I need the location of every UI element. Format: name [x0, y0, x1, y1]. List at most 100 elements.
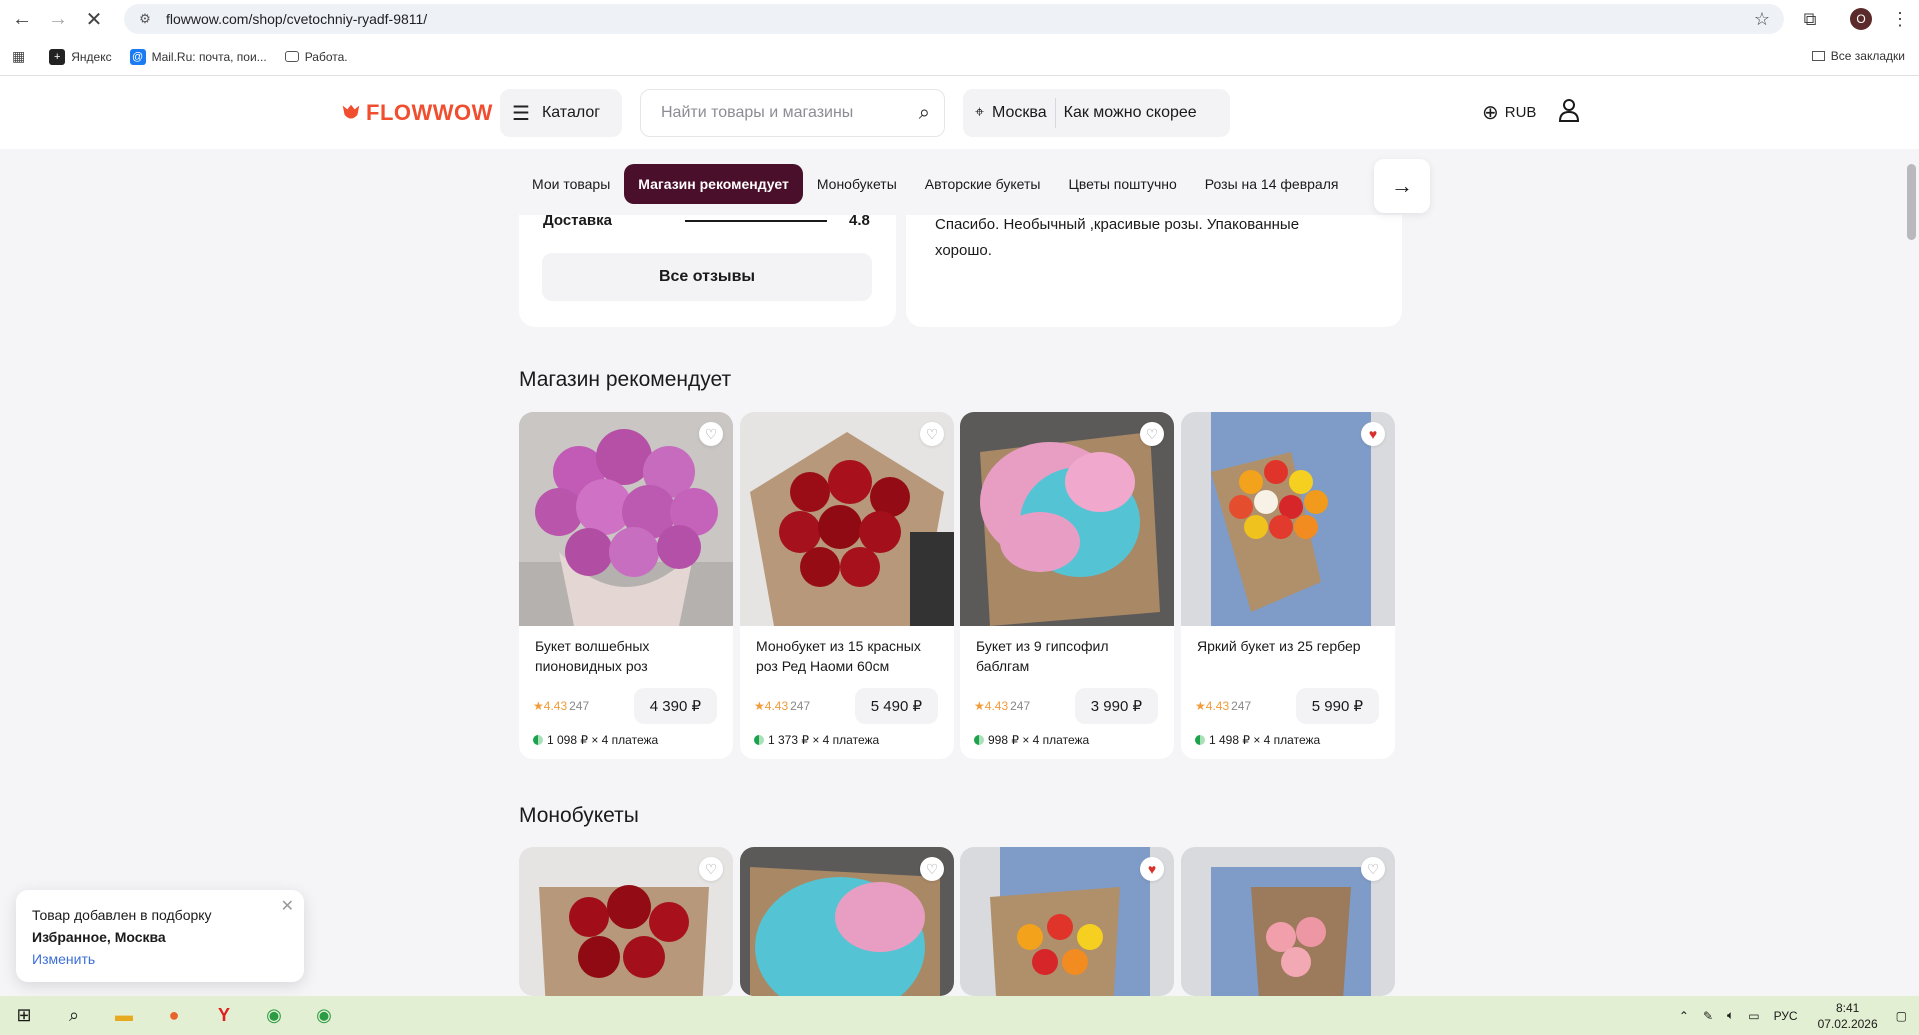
star-icon: ★ — [754, 699, 765, 713]
product-image[interactable] — [740, 412, 954, 626]
product-image[interactable] — [960, 412, 1174, 626]
installment-info: 1 098 ₽ × 4 платежа — [533, 733, 658, 747]
city-label[interactable]: Москва — [992, 104, 1047, 122]
pen-icon[interactable]: ✎ — [1703, 1009, 1713, 1023]
chrome-icon[interactable]: ◉ — [254, 996, 294, 1035]
back-button[interactable]: ← — [4, 0, 40, 38]
reviews-count: 247 — [790, 699, 811, 713]
rating-value: 4.43 — [984, 699, 1009, 713]
windows-start-icon[interactable]: ⊞ — [4, 996, 44, 1035]
folder-icon — [284, 51, 299, 62]
favorite-heart-icon[interactable]: ♡ — [920, 857, 944, 881]
bookmark-folder-rabota[interactable]: Работа. — [284, 49, 348, 64]
favorite-heart-icon[interactable]: ♡ — [1361, 857, 1385, 881]
extensions-icon[interactable]: ⧉ — [1798, 7, 1822, 31]
currency-selector[interactable]: ⊕ RUB — [1482, 100, 1536, 125]
windows-taskbar: ⊞ ⌕ ▬ ● Y ◉ ◉ ⌃ ✎ 🔈︎ ▭ РУС 8:41 07.02.20… — [0, 996, 1919, 1035]
price-button[interactable]: 5 990 ₽ — [1295, 688, 1379, 724]
favorite-heart-icon[interactable]: ♥ — [1140, 857, 1164, 881]
user-icon[interactable] — [1558, 98, 1580, 128]
all-reviews-button[interactable]: Все отзывы — [542, 253, 872, 301]
close-icon[interactable]: ✕ — [281, 896, 294, 918]
file-explorer-icon[interactable]: ▬ — [104, 996, 144, 1035]
scrollbar-track[interactable] — [1904, 150, 1919, 996]
toast-message: Товар добавлен в подборку — [32, 907, 212, 923]
location-selector[interactable]: ⌖ Москва Как можно скорее — [963, 89, 1230, 137]
mailru-icon: @ — [129, 48, 146, 65]
bookmark-star-icon[interactable]: ☆ — [1754, 9, 1770, 30]
product-title[interactable]: Монобукет из 15 красных роз Ред Наоми 60… — [756, 636, 942, 676]
firefox-icon[interactable]: ● — [154, 996, 194, 1035]
bookmark-yandex[interactable]: + Яндекс — [49, 48, 112, 65]
yandex-browser-icon[interactable]: Y — [204, 996, 244, 1035]
product-card[interactable]: ♡ Букет волшебных пионовидных роз ★ 4.43 2… — [519, 412, 733, 759]
tab-single-flowers[interactable]: Цветы поштучно — [1054, 164, 1190, 204]
toast-edit-link[interactable]: Изменить — [32, 948, 288, 970]
catalog-button[interactable]: ☰ Каталог — [500, 89, 622, 137]
notifications-icon[interactable]: ▢ — [1896, 1009, 1907, 1023]
address-bar[interactable]: ⚙ flowwow.com/shop/cvetochniy-ryadf-9811… — [124, 4, 1784, 34]
delivery-time-label[interactable]: Как можно скорее — [1064, 104, 1197, 122]
bookmark-label: Работа. — [304, 49, 348, 64]
product-card[interactable]: ♡ — [519, 847, 733, 996]
site-info-icon[interactable]: ⚙ — [136, 10, 154, 28]
favorite-heart-icon[interactable]: ♡ — [920, 422, 944, 446]
installment-icon — [1195, 735, 1205, 745]
product-title[interactable]: Яркий букет из 25 гербер — [1197, 636, 1383, 656]
product-title[interactable]: Букет из 9 гипсофил баблгам — [976, 636, 1162, 676]
review-card: Спасибо. Необычный ,красивые розы. Упако… — [906, 200, 1402, 327]
favorite-heart-icon[interactable]: ♡ — [1140, 422, 1164, 446]
product-image[interactable] — [519, 412, 733, 626]
product-title[interactable]: Букет волшебных пионовидных роз — [535, 636, 721, 676]
tabs-next-arrow-icon[interactable]: → — [1374, 159, 1430, 213]
favorite-heart-icon[interactable]: ♡ — [699, 422, 723, 446]
tab-author-bouquets[interactable]: Авторские букеты — [911, 164, 1055, 204]
product-card[interactable]: ♡ Монобукет из 15 красных роз Ред Наоми … — [740, 412, 954, 759]
installment-info: 1 373 ₽ × 4 платежа — [754, 733, 879, 747]
tab-monobouquets[interactable]: Монобукеты — [803, 164, 911, 204]
installment-info: 998 ₽ × 4 платежа — [974, 733, 1089, 747]
browser-menu-icon[interactable]: ⋮ — [1890, 6, 1910, 32]
favorite-heart-icon[interactable]: ♥ — [1361, 422, 1385, 446]
section-title-recommended: Магазин рекомендует — [519, 368, 732, 391]
product-image[interactable] — [1181, 412, 1395, 626]
price-button[interactable]: 3 990 ₽ — [1074, 688, 1158, 724]
tab-roses-feb14[interactable]: Розы на 14 февраля — [1191, 164, 1353, 204]
product-card[interactable]: ♡ Букет из 9 гипсофил баблгам ★ 4.43 247 3… — [960, 412, 1174, 759]
price-button[interactable]: 5 490 ₽ — [854, 688, 938, 724]
favorite-heart-icon[interactable]: ♡ — [699, 857, 723, 881]
profile-avatar[interactable]: O — [1850, 8, 1872, 30]
search-icon[interactable]: ⌕ — [54, 996, 94, 1035]
product-card[interactable]: ♥ — [960, 847, 1174, 996]
price-button[interactable]: 4 390 ₽ — [633, 688, 717, 724]
product-card[interactable]: ♥ Яркий букет из 25 гербер ★ 4.43 247 5 99… — [1181, 412, 1395, 759]
language-indicator[interactable]: РУС — [1774, 1009, 1798, 1023]
all-bookmarks[interactable]: Все закладки — [1811, 49, 1905, 63]
menu-icon: ☰ — [512, 102, 530, 125]
url-text[interactable]: flowwow.com/shop/cvetochniy-ryadf-9811/ — [166, 11, 427, 27]
search-icon[interactable]: ⌕ — [919, 102, 930, 125]
rating-value: 4.43 — [1205, 699, 1230, 713]
product-rating: ★ 4.43 247 — [533, 699, 589, 713]
divider — [1054, 98, 1056, 128]
product-card[interactable]: ♡ — [1181, 847, 1395, 996]
catalog-label: Каталог — [541, 104, 601, 121]
product-card[interactable]: ♡ — [740, 847, 954, 996]
product-rating: ★ 4.43 247 — [1195, 699, 1251, 713]
stop-loading-button[interactable]: ✕ — [76, 0, 112, 38]
scrollbar-thumb[interactable] — [1907, 164, 1916, 240]
volume-icon[interactable]: 🔈︎ — [1727, 1008, 1734, 1023]
chrome-icon[interactable]: ◉ — [304, 996, 344, 1035]
flowwow-logo[interactable]: FLOWWOW — [340, 100, 493, 126]
installment-text: 1 373 ₽ × 4 платежа — [768, 733, 880, 747]
network-icon[interactable]: ▭ — [1748, 1009, 1759, 1023]
bookmark-mailru[interactable]: @ Mail.Ru: почта, пои... — [129, 48, 267, 65]
tab-my-products[interactable]: Мои товары — [518, 164, 624, 204]
chevron-up-icon[interactable]: ⌃ — [1679, 1009, 1689, 1023]
clock[interactable]: 8:41 07.02.2026 — [1818, 1000, 1878, 1032]
apps-grid-icon[interactable]: ▦ — [12, 48, 25, 65]
installment-icon — [974, 735, 984, 745]
search-input[interactable]: Найти товары и магазины ⌕ — [640, 89, 945, 137]
tab-shop-recommends[interactable]: Магазин рекомендует — [624, 164, 803, 204]
forward-button[interactable]: → — [40, 0, 76, 38]
